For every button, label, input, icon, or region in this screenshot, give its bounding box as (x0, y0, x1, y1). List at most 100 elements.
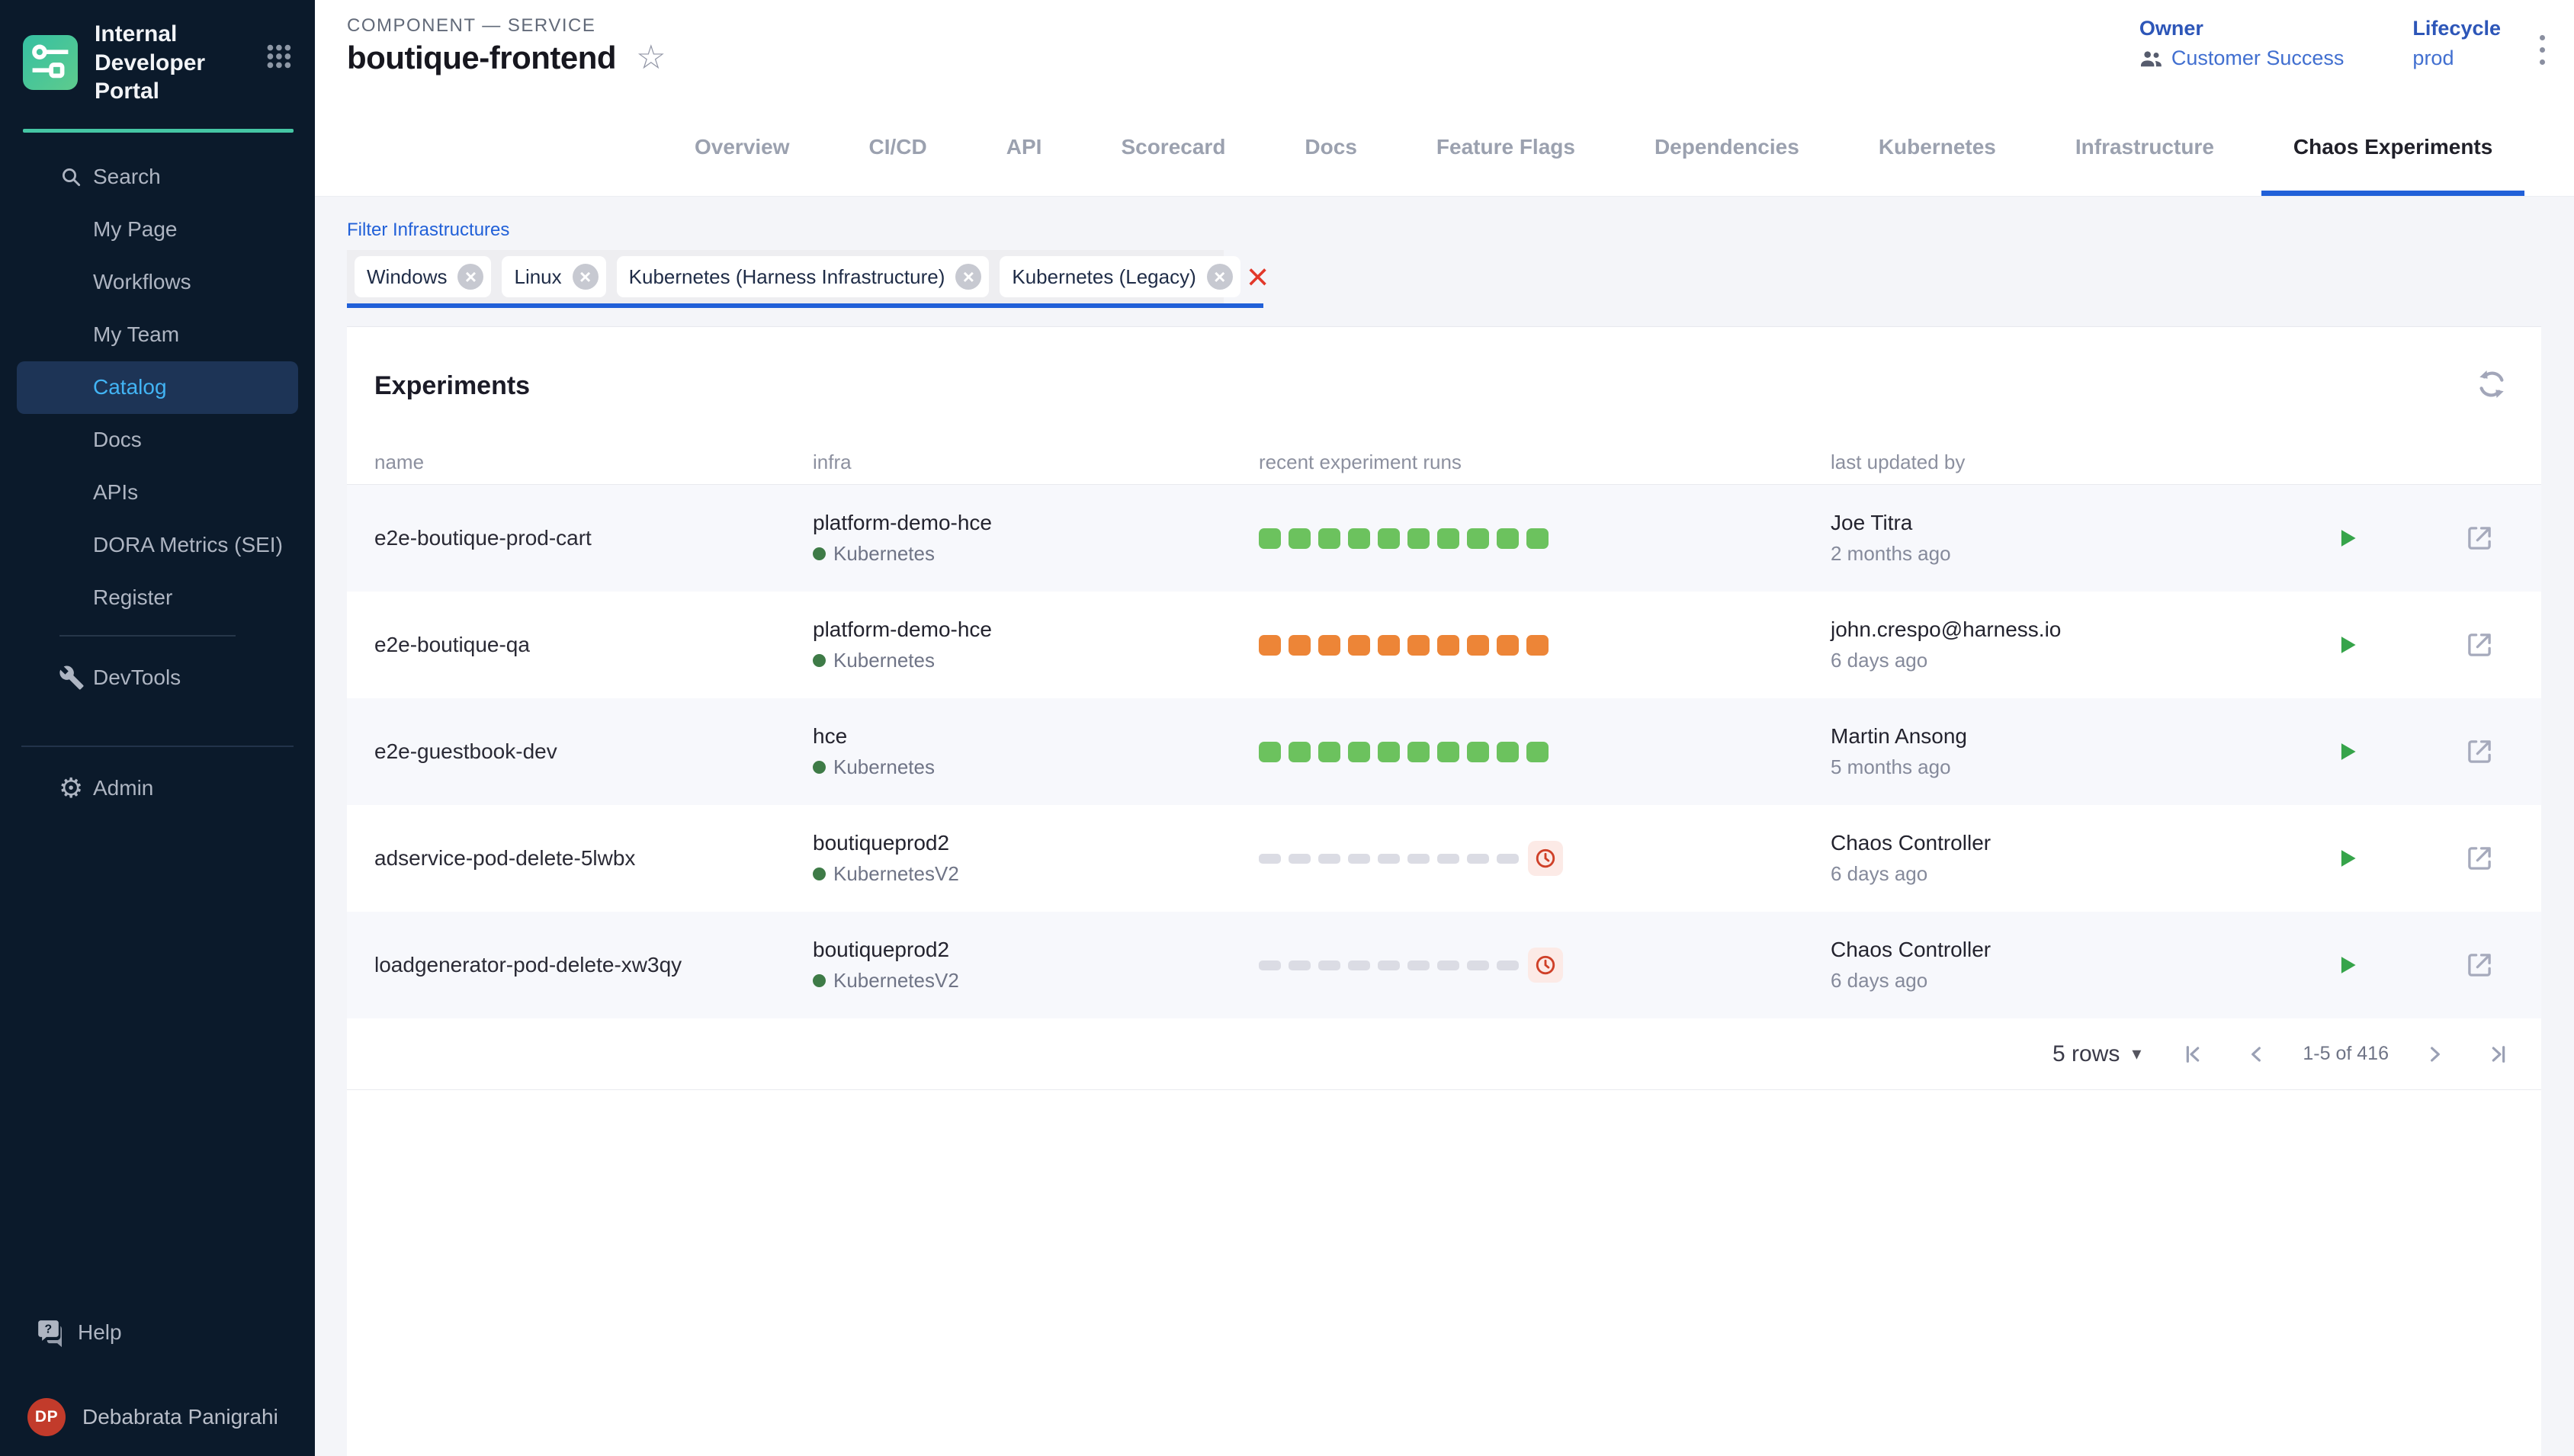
refresh-icon[interactable] (2474, 367, 2509, 406)
run-square-gray[interactable] (1289, 961, 1311, 970)
sidebar-item-dora-metrics-sei[interactable]: DORA Metrics (SEI) (17, 519, 298, 572)
run-square-green[interactable] (1318, 528, 1340, 549)
app-switcher-icon[interactable] (262, 39, 297, 74)
open-experiment-icon[interactable] (2463, 949, 2509, 981)
chip-remove-icon[interactable]: × (457, 264, 483, 290)
run-square-gray[interactable] (1378, 961, 1400, 970)
run-square-gray[interactable] (1467, 854, 1489, 864)
run-experiment-button[interactable] (2334, 524, 2463, 552)
tab-infrastructure[interactable]: Infrastructure (2075, 98, 2214, 196)
run-square-gray[interactable] (1348, 961, 1370, 970)
sidebar-item-devtools[interactable]: DevTools (17, 652, 298, 704)
run-square-green[interactable] (1497, 528, 1519, 549)
help-button[interactable]: ? Help (0, 1317, 315, 1348)
user-menu[interactable]: DP Debabrata Panigrahi (0, 1398, 315, 1436)
sidebar-item-register[interactable]: Register (17, 572, 298, 624)
run-square-orange[interactable] (1407, 635, 1430, 656)
chip-remove-icon[interactable]: × (573, 264, 599, 290)
first-page-button[interactable] (2181, 1042, 2205, 1066)
sidebar-item-apis[interactable]: APIs (17, 467, 298, 519)
run-square-orange[interactable] (1378, 635, 1400, 656)
tab-chaos-experiments[interactable]: Chaos Experiments (2293, 98, 2492, 196)
run-square-orange[interactable] (1348, 635, 1370, 656)
sidebar-item-catalog[interactable]: Catalog (17, 361, 298, 414)
run-square-gray[interactable] (1348, 854, 1370, 864)
run-square-orange[interactable] (1497, 635, 1519, 656)
run-square-gray[interactable] (1259, 961, 1281, 970)
run-square-green[interactable] (1407, 742, 1430, 762)
open-experiment-icon[interactable] (2463, 522, 2509, 554)
tab-ci-cd[interactable]: CI/CD (869, 98, 927, 196)
kebab-menu-icon[interactable] (2535, 30, 2550, 69)
run-square-orange[interactable] (1467, 635, 1489, 656)
sidebar-item-docs[interactable]: Docs (17, 414, 298, 467)
run-square-gray[interactable] (1497, 961, 1519, 970)
run-square-green[interactable] (1378, 742, 1400, 762)
table-row[interactable]: adservice-pod-delete-5lwbx boutiqueprod2… (347, 805, 2541, 912)
run-square-green[interactable] (1526, 528, 1549, 549)
run-square-green[interactable] (1437, 742, 1459, 762)
run-experiment-button[interactable] (2334, 738, 2463, 765)
run-square-green[interactable] (1348, 742, 1370, 762)
sidebar-item-my-team[interactable]: My Team (17, 309, 298, 361)
filter-chip-kubernetes-legacy[interactable]: Kubernetes (Legacy) × (1000, 256, 1240, 297)
run-square-green[interactable] (1259, 528, 1281, 549)
tab-scorecard[interactable]: Scorecard (1121, 98, 1225, 196)
run-square-green[interactable] (1289, 742, 1311, 762)
run-square-gray[interactable] (1497, 854, 1519, 864)
sidebar-item-workflows[interactable]: Workflows (17, 256, 298, 309)
run-square-gray[interactable] (1467, 961, 1489, 970)
sidebar-item-my-page[interactable]: My Page (17, 204, 298, 256)
filter-infrastructures-link[interactable]: Filter Infrastructures (347, 220, 509, 241)
tab-overview[interactable]: Overview (695, 98, 790, 196)
filter-chip-linux[interactable]: Linux × (502, 256, 605, 297)
owner-value-link[interactable]: Customer Success (2171, 47, 2345, 70)
table-row[interactable]: loadgenerator-pod-delete-xw3qy boutiquep… (347, 912, 2541, 1018)
run-square-green[interactable] (1407, 528, 1430, 549)
run-experiment-button[interactable] (2334, 845, 2463, 872)
previous-page-button[interactable] (2245, 1042, 2269, 1066)
open-experiment-icon[interactable] (2463, 629, 2509, 661)
chip-remove-icon[interactable]: × (955, 264, 981, 290)
run-square-gray[interactable] (1437, 854, 1459, 864)
tab-docs[interactable]: Docs (1305, 98, 1356, 196)
run-square-green[interactable] (1378, 528, 1400, 549)
run-square-orange[interactable] (1526, 635, 1549, 656)
run-square-gray[interactable] (1259, 854, 1281, 864)
filter-chip-kubernetes-harness-infrastructure[interactable]: Kubernetes (Harness Infrastructure) × (617, 256, 990, 297)
run-square-gray[interactable] (1437, 961, 1459, 970)
run-square-orange[interactable] (1259, 635, 1281, 656)
filter-chip-windows[interactable]: Windows × (355, 256, 491, 297)
run-square-green[interactable] (1526, 742, 1549, 762)
tab-api[interactable]: API (1006, 98, 1042, 196)
table-row[interactable]: e2e-boutique-prod-cart platform-demo-hce… (347, 485, 2541, 592)
table-row[interactable]: e2e-guestbook-dev hce Kubernetes Martin … (347, 698, 2541, 805)
rows-per-page-caret-icon[interactable]: ▾ (2132, 1043, 2141, 1065)
run-square-orange[interactable] (1437, 635, 1459, 656)
chip-remove-icon[interactable]: × (1207, 264, 1233, 290)
tab-kubernetes[interactable]: Kubernetes (1879, 98, 1996, 196)
open-experiment-icon[interactable] (2463, 842, 2509, 874)
run-square-green[interactable] (1467, 742, 1489, 762)
run-square-green[interactable] (1348, 528, 1370, 549)
run-square-gray[interactable] (1318, 854, 1340, 864)
run-experiment-button[interactable] (2334, 951, 2463, 979)
run-experiment-button[interactable] (2334, 631, 2463, 659)
last-page-button[interactable] (2486, 1042, 2511, 1066)
run-square-gray[interactable] (1378, 854, 1400, 864)
run-square-green[interactable] (1467, 528, 1489, 549)
run-square-green[interactable] (1289, 528, 1311, 549)
clear-filters-icon[interactable]: × (1247, 258, 1269, 296)
run-square-orange[interactable] (1289, 635, 1311, 656)
run-square-gray[interactable] (1289, 854, 1311, 864)
run-square-orange[interactable] (1318, 635, 1340, 656)
run-square-gray[interactable] (1407, 961, 1430, 970)
run-square-green[interactable] (1437, 528, 1459, 549)
table-row[interactable]: e2e-boutique-qa platform-demo-hce Kubern… (347, 592, 2541, 698)
run-square-green[interactable] (1318, 742, 1340, 762)
sidebar-item-admin[interactable]: ⚙ Admin (17, 762, 298, 815)
run-square-green[interactable] (1497, 742, 1519, 762)
sidebar-item-search[interactable]: Search (17, 151, 298, 204)
open-experiment-icon[interactable] (2463, 736, 2509, 768)
run-square-gray[interactable] (1318, 961, 1340, 970)
